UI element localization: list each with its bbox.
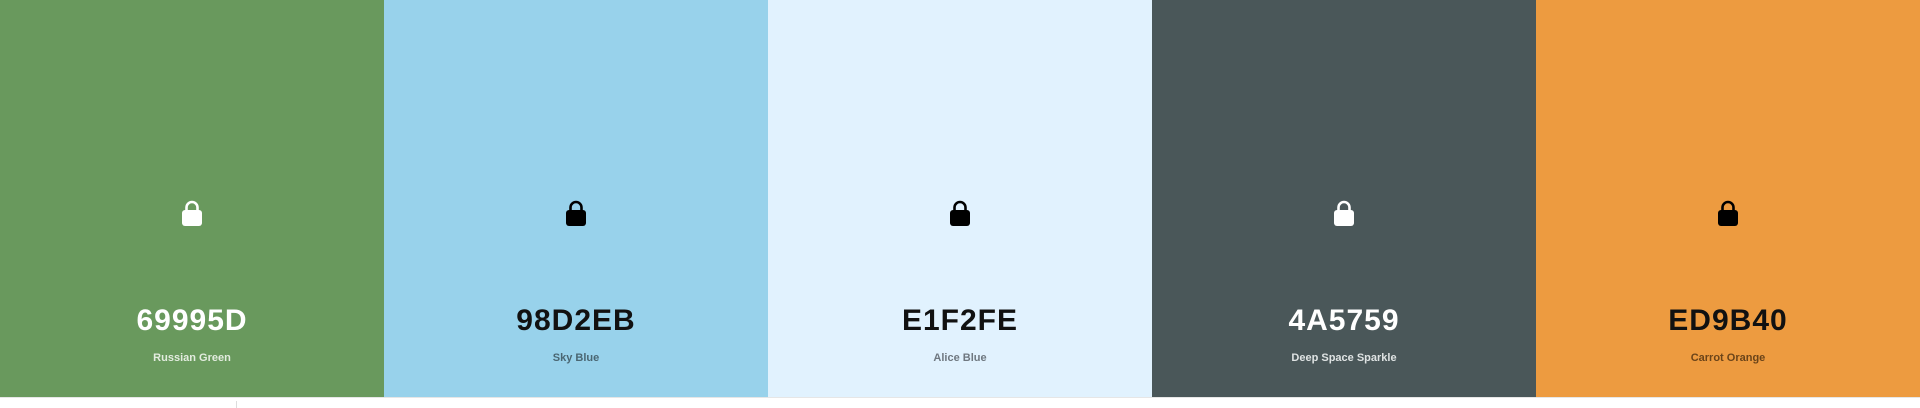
color-name: Carrot Orange: [1690, 352, 1766, 364]
lock-icon[interactable]: [1332, 199, 1356, 227]
hex-code[interactable]: ED9B40: [1536, 303, 1920, 339]
hex-code[interactable]: 4A5759: [1152, 303, 1536, 339]
bottom-toolbar-edge: [0, 397, 1920, 408]
color-swatch-2[interactable]: 98D2EB Sky Blue: [384, 0, 768, 397]
color-name: Sky Blue: [552, 352, 600, 364]
lock-icon[interactable]: [1716, 199, 1740, 227]
color-name: Alice Blue: [933, 352, 987, 364]
hex-code[interactable]: 98D2EB: [384, 303, 768, 339]
color-swatch-5[interactable]: ED9B40 Carrot Orange: [1536, 0, 1920, 397]
color-name: Deep Space Sparkle: [1291, 352, 1397, 364]
color-swatch-4[interactable]: 4A5759 Deep Space Sparkle: [1152, 0, 1536, 397]
lock-icon[interactable]: [180, 199, 204, 227]
lock-icon[interactable]: [564, 199, 588, 227]
color-palette: 69995D Russian Green 98D2EB Sky Blue E1F…: [0, 0, 1920, 397]
color-swatch-1[interactable]: 69995D Russian Green: [0, 0, 384, 397]
lock-icon[interactable]: [948, 199, 972, 227]
color-name: Russian Green: [153, 352, 231, 364]
toolbar-divider: [236, 401, 237, 408]
hex-code[interactable]: E1F2FE: [768, 303, 1152, 339]
color-swatch-3[interactable]: E1F2FE Alice Blue: [768, 0, 1152, 397]
hex-code[interactable]: 69995D: [0, 303, 384, 339]
